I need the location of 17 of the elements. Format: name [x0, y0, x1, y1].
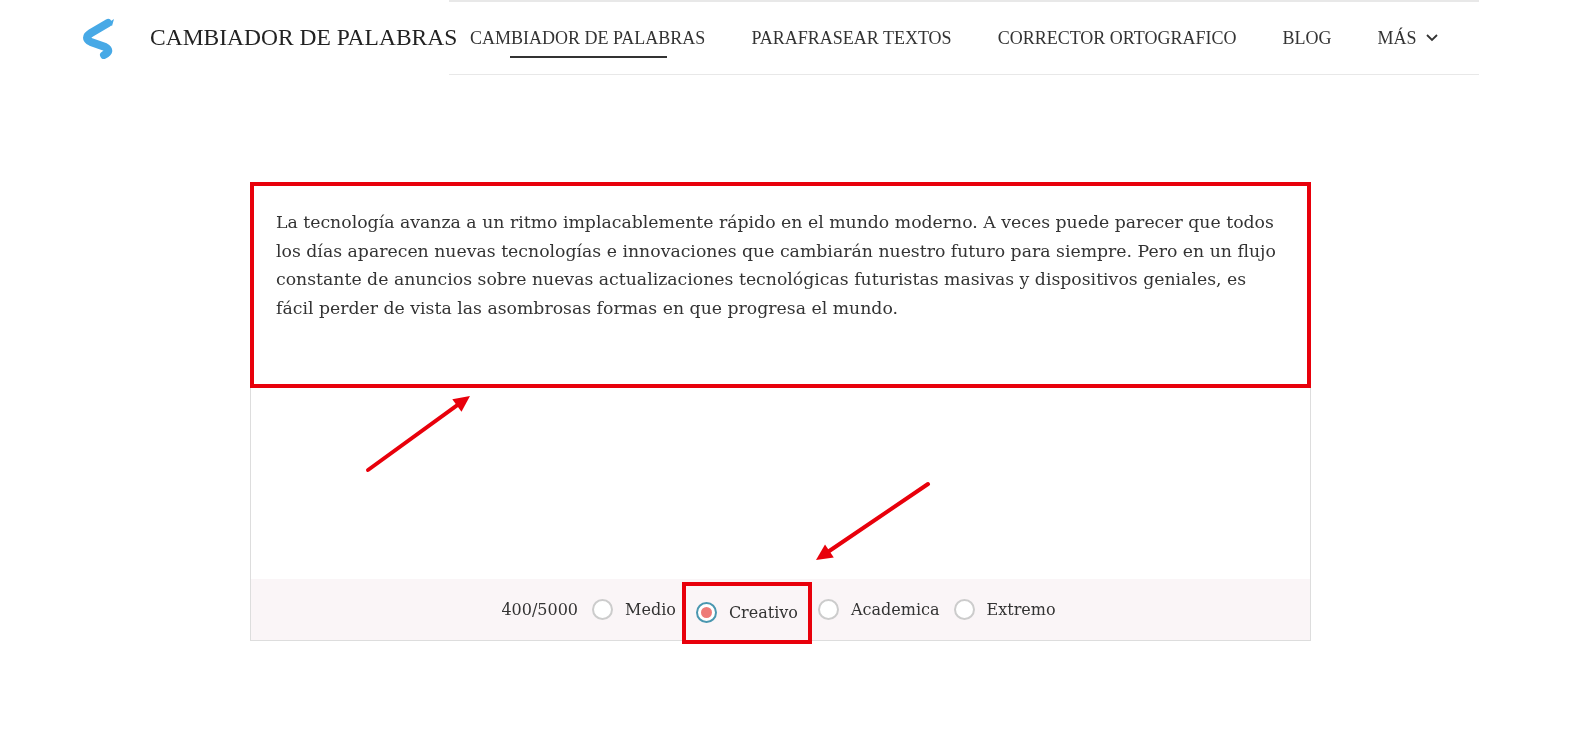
chevron-down-icon — [1426, 34, 1439, 42]
site-title[interactable]: CAMBIADOR DE PALABRAS — [150, 24, 458, 51]
nav-link[interactable]: CORRECTOR ORTOGRAFICO — [974, 2, 1260, 74]
radio-button[interactable] — [592, 599, 614, 620]
text-area[interactable]: La tecnología avanza a un ritmo implacablemente rápido en el mundo moderno. A veces puede parecer que todos los días aparecen nuevas tecnologías e innovaciones que cambiarán nuestro futuro para siempre. Pero en un flujo constante de anuncios sobre nuevas actualizaciones tecnológicas futuristas masivas y dispositivos geniales, es fácil perder de vista las asombrosas formas en que progresa el mundo. — [250, 182, 1311, 388]
radio-button[interactable] — [953, 599, 975, 620]
nav-link[interactable]: MÁS — [1354, 2, 1462, 74]
radio-button[interactable] — [818, 599, 839, 620]
mode-label: Creativo — [728, 603, 798, 622]
nav-link[interactable]: PARAFRASEAR TEXTOS — [728, 2, 975, 74]
mode-label: Academica — [851, 600, 940, 619]
mode-option[interactable]: Creativo — [681, 581, 812, 644]
mode-label: Medio — [625, 600, 676, 619]
mode-label: Extremo — [986, 600, 1056, 619]
nav-link[interactable]: BLOG — [1259, 2, 1355, 74]
radio-button[interactable] — [695, 602, 717, 623]
character-count: 400/5000 — [501, 600, 579, 619]
